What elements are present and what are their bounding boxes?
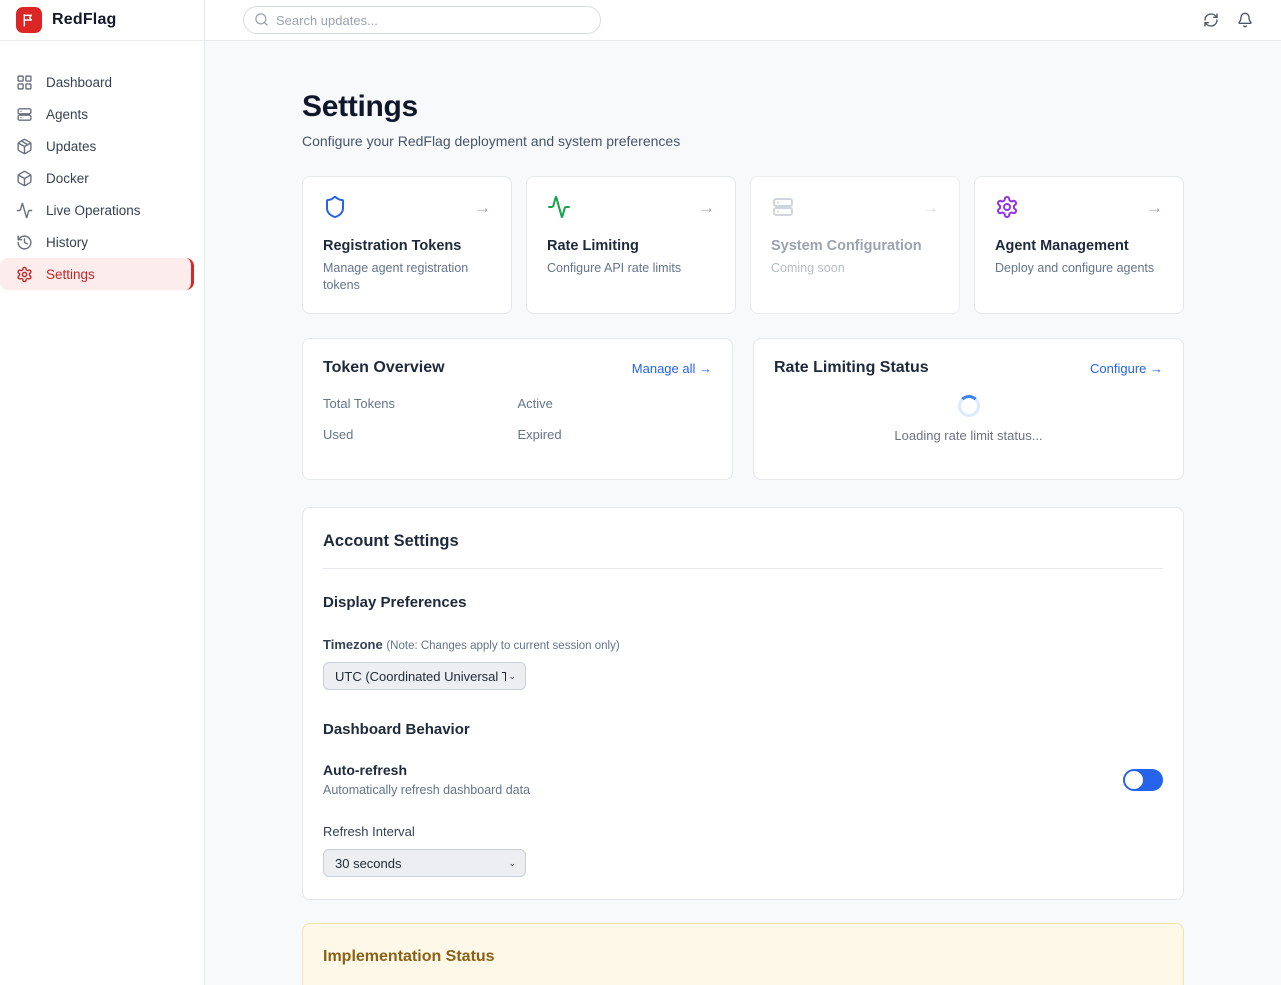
gear-icon (16, 265, 34, 283)
page-title: Settings (302, 90, 1184, 124)
chevron-down-icon: ⌄ (508, 858, 516, 869)
sidebar-item-label: Docker (46, 171, 89, 186)
shield-icon (323, 195, 349, 221)
arrow-right-icon: → (474, 199, 491, 216)
auto-refresh-desc: Automatically refresh dashboard data (323, 783, 530, 797)
stat-active: Active (518, 395, 713, 413)
rate-limiting-status-panel: Rate Limiting Status Configure → Loading… (753, 338, 1184, 480)
sidebar-item-history[interactable]: History (0, 226, 204, 258)
toggle-knob (1125, 771, 1143, 789)
loading-area: Loading rate limit status... (774, 395, 1163, 443)
server-icon (771, 195, 797, 221)
sidebar-item-label: Live Operations (46, 203, 141, 218)
timezone-label-row: Timezone (Note: Changes apply to current… (323, 637, 1163, 652)
search-container (243, 6, 601, 34)
chevron-down-icon: ⌄ (508, 671, 516, 682)
brand-name: RedFlag (52, 11, 117, 29)
card-system-configuration: → System Configuration Coming soon (750, 176, 960, 314)
overview-panels: Token Overview Manage all → Total Tokens… (302, 338, 1184, 480)
arrow-right-icon: → (698, 199, 715, 216)
sidebar-item-agents[interactable]: Agents (0, 98, 204, 130)
configure-link[interactable]: Configure → (1090, 361, 1163, 376)
server-icon (16, 105, 34, 123)
card-title: Agent Management (995, 238, 1163, 254)
card-agent-management[interactable]: → Agent Management Deploy and configure … (974, 176, 1184, 314)
bell-icon[interactable] (1237, 11, 1255, 29)
sidebar-nav: Dashboard Agents Updates Docker (0, 41, 204, 290)
refresh-interval-select[interactable]: 30 seconds ⌄ (323, 849, 526, 877)
main-area: Settings Configure your RedFlag deployme… (205, 0, 1281, 985)
card-title: Rate Limiting (547, 238, 715, 254)
sidebar-item-updates[interactable]: Updates (0, 130, 204, 162)
search-input[interactable] (243, 6, 601, 34)
box-icon (16, 169, 34, 187)
activity-icon (16, 201, 34, 219)
topbar-actions (1203, 11, 1255, 29)
display-preferences-title: Display Preferences (323, 594, 1163, 611)
sidebar-item-label: Dashboard (46, 75, 112, 90)
card-desc: Coming soon (771, 260, 939, 277)
sidebar-item-dashboard[interactable]: Dashboard (0, 66, 204, 98)
card-desc: Manage agent registration tokens (323, 260, 491, 294)
auto-refresh-label: Auto-refresh (323, 762, 530, 778)
stat-used: Used (323, 426, 518, 444)
timezone-select[interactable]: UTC (Coordinated Universal T ⌄ (323, 662, 526, 690)
brand-header: RedFlag (0, 0, 204, 41)
token-overview-panel: Token Overview Manage all → Total Tokens… (302, 338, 733, 480)
account-settings-title: Account Settings (323, 532, 1163, 569)
card-desc: Deploy and configure agents (995, 260, 1163, 277)
dashboard-grid-icon (16, 73, 34, 91)
refresh-interval-label: Refresh Interval (323, 824, 1163, 839)
topbar (205, 0, 1281, 41)
auto-refresh-row: Auto-refresh Automatically refresh dashb… (323, 762, 1163, 797)
token-stats: Total Tokens Active Used (323, 395, 712, 444)
stat-total-tokens: Total Tokens (323, 395, 518, 413)
page-subtitle: Configure your RedFlag deployment and sy… (302, 133, 1184, 149)
sidebar-item-label: Agents (46, 107, 88, 122)
activity-icon (547, 195, 573, 221)
card-title: System Configuration (771, 238, 939, 254)
sidebar-item-label: Settings (46, 267, 95, 282)
package-icon (16, 137, 34, 155)
app-root: RedFlag Dashboard Agents Updates (0, 0, 1281, 985)
dashboard-behavior-title: Dashboard Behavior (323, 721, 1163, 738)
search-icon (254, 12, 269, 27)
implementation-status-title: Implementation Status (323, 948, 1163, 966)
timezone-note: (Note: Changes apply to current session … (386, 640, 619, 652)
gear-icon (995, 195, 1021, 221)
account-settings-card: Account Settings Display Preferences Tim… (302, 507, 1184, 900)
content-area: Settings Configure your RedFlag deployme… (205, 41, 1281, 985)
loading-spinner-icon (958, 395, 980, 417)
arrow-right-icon: → (1146, 199, 1163, 216)
sidebar: RedFlag Dashboard Agents Updates (0, 0, 205, 985)
rate-status-title: Rate Limiting Status (774, 359, 929, 377)
sidebar-item-docker[interactable]: Docker (0, 162, 204, 194)
history-clock-icon (16, 233, 34, 251)
timezone-label: Timezone (323, 637, 383, 652)
implementation-status-card: Implementation Status ✔ Implemented Feat… (302, 923, 1184, 985)
token-overview-title: Token Overview (323, 359, 445, 377)
card-title: Registration Tokens (323, 238, 491, 254)
refresh-icon[interactable] (1203, 11, 1221, 29)
redflag-logo-icon (16, 7, 42, 33)
auto-refresh-toggle[interactable] (1123, 769, 1163, 791)
feature-cards: → Registration Tokens Manage agent regis… (302, 176, 1184, 314)
sidebar-item-live-operations[interactable]: Live Operations (0, 194, 204, 226)
card-registration-tokens[interactable]: → Registration Tokens Manage agent regis… (302, 176, 512, 314)
card-rate-limiting[interactable]: → Rate Limiting Configure API rate limit… (526, 176, 736, 314)
sidebar-item-settings[interactable]: Settings (0, 258, 194, 290)
sidebar-item-label: Updates (46, 139, 96, 154)
loading-text: Loading rate limit status... (894, 428, 1042, 443)
sidebar-item-label: History (46, 235, 88, 250)
stat-expired: Expired (518, 426, 713, 444)
card-desc: Configure API rate limits (547, 260, 715, 277)
manage-all-link[interactable]: Manage all → (632, 361, 712, 376)
arrow-right-icon: → (922, 199, 939, 216)
